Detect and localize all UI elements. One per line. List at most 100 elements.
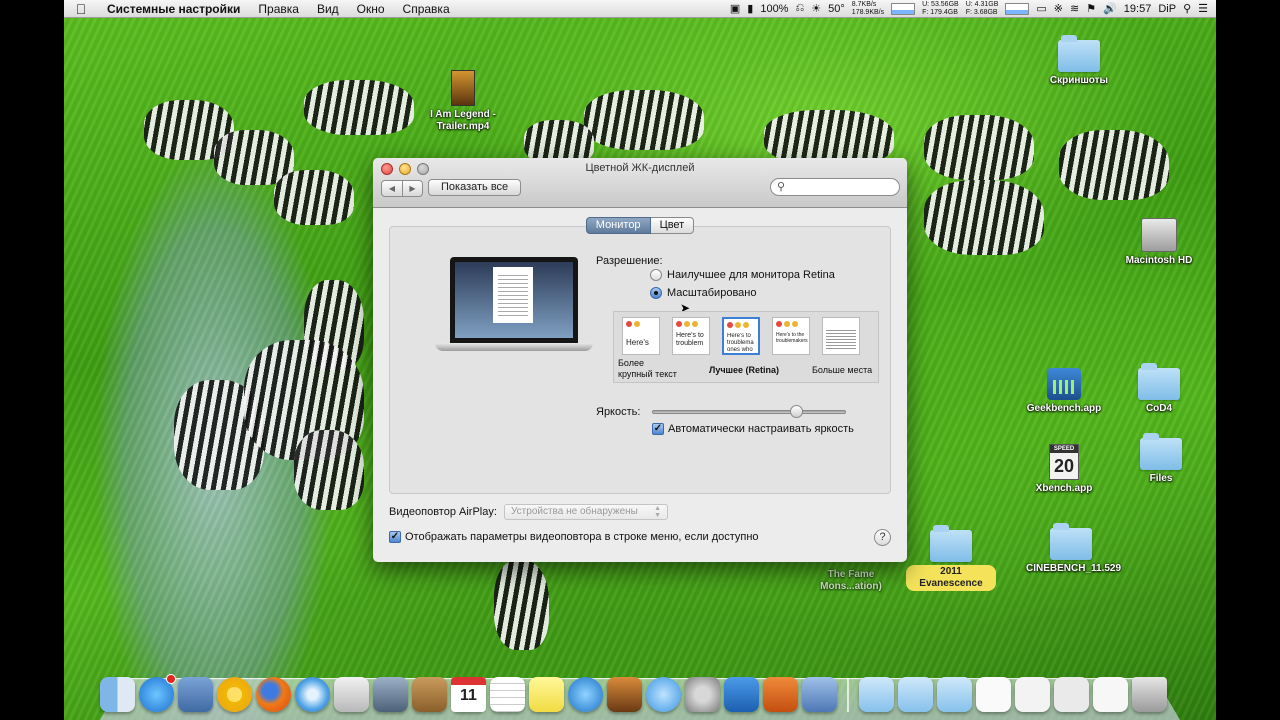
checkbox-checked-icon[interactable]: ✓ [389, 531, 401, 543]
app-store-icon[interactable] [139, 674, 176, 712]
flag-us-icon[interactable]: ⚑ [1086, 2, 1096, 15]
calendar-icon[interactable]: 11 [451, 677, 486, 712]
desktop-folder-cinebench[interactable]: CINEBENCH_11.529 [1026, 523, 1121, 575]
radio-best-for-retina[interactable]: Наилучшее для монитора Retina [650, 269, 835, 281]
power-icon[interactable]: ⎌ [795, 2, 804, 15]
search-input[interactable]: ⚲ [770, 178, 900, 196]
cpu-graph[interactable] [891, 2, 916, 15]
camera-icon[interactable]: ▣ [730, 2, 740, 15]
scale-option-best-retina[interactable]: Here's to troublema ones who [722, 317, 760, 355]
photo-booth-icon[interactable] [607, 677, 642, 712]
powerpoint-icon[interactable] [763, 677, 798, 712]
auto-brightness-checkbox[interactable]: ✓ Автоматически настраивать яркость [652, 423, 854, 435]
folder-icon [1138, 363, 1180, 400]
battery-icon[interactable]: ▮ [747, 2, 753, 15]
messages-icon[interactable] [646, 677, 681, 712]
chrome-icon[interactable] [217, 677, 252, 712]
facetime-icon[interactable] [373, 677, 408, 712]
brightness-slider-thumb[interactable] [789, 405, 803, 418]
show-mirroring-checkbox[interactable]: ✓ Отображать параметры видеоповтора в ст… [389, 531, 759, 543]
apple-menu-icon[interactable]:  [64, 1, 98, 17]
airplay-select-value: Устройства не обнаружены [511, 506, 638, 517]
bluetooth-icon[interactable]: ※ [1054, 2, 1063, 15]
menu-help[interactable]: Справка [394, 2, 459, 16]
airplay-select[interactable]: Устройства не обнаружены ▲ ▼ [504, 504, 668, 520]
user-name[interactable]: DiP [1158, 3, 1176, 15]
forward-icon[interactable]: ▶ [402, 181, 422, 196]
disk-free-2: F: 3.68GB [965, 8, 998, 16]
radio-scaled[interactable]: Масштабировано [650, 287, 756, 299]
memory-graph[interactable] [1005, 2, 1030, 15]
reminders-icon[interactable] [490, 677, 525, 712]
battery-percent: 100% [760, 2, 789, 15]
clock[interactable]: 19:57 [1124, 3, 1152, 15]
desktop-file-the-fame[interactable]: The Fame Mons...ation) [806, 566, 896, 593]
desktop-folder-evanescence[interactable]: 2011 Evanescence [906, 525, 996, 591]
minimized-window-icon[interactable] [1015, 677, 1050, 712]
back-icon[interactable]: ◀ [382, 181, 402, 196]
brightness-label: Яркость: [596, 406, 641, 418]
desktop-folder-screenshots[interactable]: Скриншоты [1034, 35, 1124, 87]
scale-option-more-space[interactable] [822, 317, 860, 355]
desktop-macintosh-hd[interactable]: Macintosh HD [1114, 218, 1204, 267]
menu-edit[interactable]: Правка [249, 2, 308, 16]
monitor-panel: Разрешение: Наилучшее для монитора Retin… [389, 226, 891, 494]
word-icon[interactable] [724, 677, 759, 712]
preview-icon[interactable] [178, 677, 213, 712]
safari-icon[interactable] [295, 677, 330, 712]
desktop-app-xbench[interactable]: SPEED 20 Xbench.app [1019, 444, 1109, 495]
help-button[interactable]: ? [874, 529, 891, 546]
desktop-folder-cod4[interactable]: CoD4 [1114, 363, 1204, 415]
minimized-window-icon[interactable] [1093, 677, 1128, 712]
address-book-icon[interactable] [412, 677, 447, 712]
menu-window[interactable]: Окно [348, 2, 394, 16]
brightness-slider[interactable] [652, 405, 846, 418]
firefox-icon[interactable] [256, 677, 291, 712]
minimized-window-icon[interactable] [1054, 677, 1089, 712]
desktop-icon-label: I Am Legend - Trailer.mp4 [430, 109, 496, 132]
textwrangler-icon[interactable] [334, 677, 369, 712]
trash-icon[interactable] [1132, 677, 1167, 712]
wifi-icon[interactable]: ≋ [1070, 2, 1079, 15]
desktop-file-trailer[interactable]: I Am Legend - Trailer.mp4 [418, 70, 508, 133]
notification-center-icon[interactable]: ☰ [1198, 2, 1208, 15]
scale-options: Here's Here's to troublem Here's to trou… [613, 311, 879, 383]
zebra [304, 80, 414, 135]
menu-view[interactable]: Вид [308, 2, 348, 16]
documents-stack-icon[interactable] [898, 677, 933, 712]
applications-stack-icon[interactable] [859, 677, 894, 712]
checkbox-checked-icon[interactable]: ✓ [652, 423, 664, 435]
itunes-icon[interactable] [568, 677, 603, 712]
menu-app-name[interactable]: Системные настройки [98, 2, 249, 16]
tab-monitor[interactable]: Монитор [585, 217, 651, 234]
system-preferences-icon[interactable] [685, 677, 720, 712]
scale-label-more-space: Больше места [812, 365, 873, 375]
screenflow-icon[interactable] [802, 677, 837, 712]
tab-color[interactable]: Цвет [650, 217, 695, 234]
radio-button[interactable] [650, 269, 662, 281]
radio-button-selected[interactable] [650, 287, 662, 299]
zebra [294, 430, 364, 510]
tab-bar: Монитор Цвет [373, 217, 907, 234]
scale-option-4[interactable]: Here's to the troublemakers [772, 317, 810, 355]
back-forward-control: ◀ ▶ [381, 180, 423, 197]
disk-stats-2[interactable]: U: 4.31GB F: 3.68GB [966, 1, 999, 17]
desktop-app-geekbench[interactable]: Geekbench.app [1019, 368, 1109, 415]
letterbox-right [1216, 0, 1280, 720]
scale-option-2[interactable]: Here's to troublem [672, 317, 710, 355]
stickies-icon[interactable] [529, 677, 564, 712]
network-stats[interactable]: 8.7KB/s 178.9KB/s [852, 1, 884, 17]
window-titlebar[interactable]: Цветной ЖК-дисплей ◀ ▶ Показать все ⚲ [373, 158, 907, 208]
finder-icon[interactable] [100, 677, 135, 712]
volume-icon[interactable]: 🔊 [1103, 2, 1117, 15]
desktop-folder-files[interactable]: Files [1116, 433, 1206, 485]
spotlight-icon[interactable]: ⚲ [1183, 2, 1191, 15]
show-all-button[interactable]: Показать все [428, 179, 522, 196]
disk-stats-1[interactable]: U: 53.56GB F: 179.4GB [922, 1, 959, 17]
minimized-window-icon[interactable] [976, 677, 1011, 712]
display-icon[interactable]: ▭ [1036, 2, 1046, 15]
scale-label-best: Лучшее (Retina) [709, 365, 780, 375]
select-arrows-icon: ▲ ▼ [654, 505, 661, 519]
downloads-stack-icon[interactable] [937, 677, 972, 712]
scale-option-larger-text[interactable]: Here's [622, 317, 660, 355]
